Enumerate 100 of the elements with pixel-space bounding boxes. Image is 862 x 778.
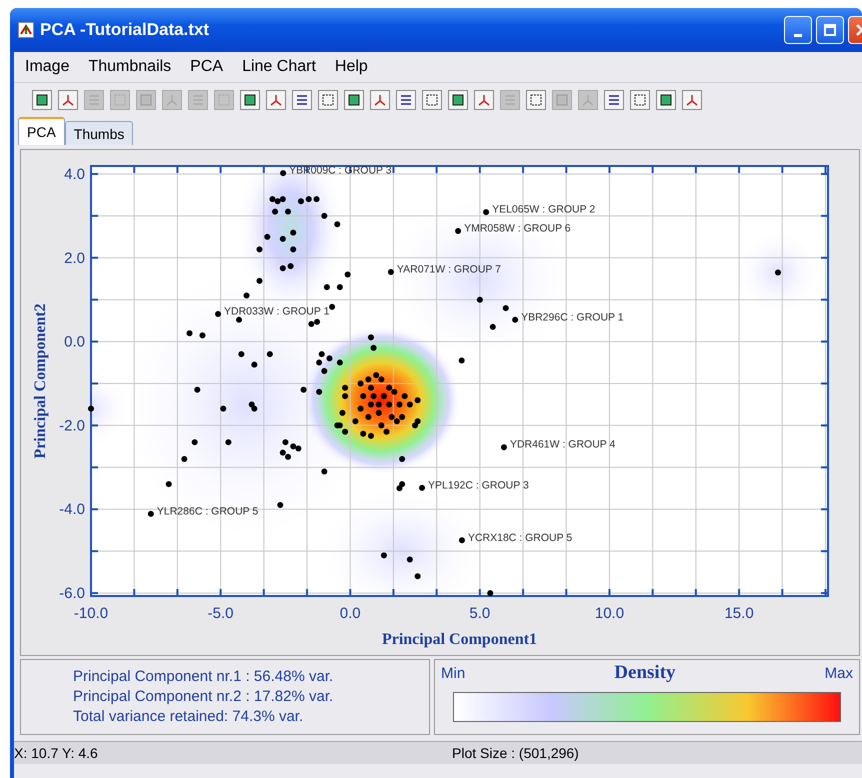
minimize-icon: [794, 34, 802, 36]
y-tick-label: -2.0: [59, 417, 85, 434]
data-point: [306, 196, 312, 202]
menu-item[interactable]: Line Chart: [242, 58, 316, 76]
data-point: [490, 324, 496, 330]
axes-icon: [61, 93, 75, 107]
data-point: [402, 393, 408, 400]
data-point: [329, 304, 336, 310]
data-point: [380, 552, 387, 558]
data-point: [336, 360, 343, 366]
axes-icon: [581, 93, 595, 107]
frame-icon: [529, 93, 543, 107]
data-point: [368, 334, 374, 340]
legend-title: Density: [614, 662, 676, 684]
data-point: [321, 368, 328, 374]
data-point: [181, 456, 188, 462]
data-point: [266, 351, 273, 358]
data-point: [298, 198, 304, 204]
toolbar-button[interactable]: [32, 90, 52, 110]
variance-text: Principal Component nr.1 : 56.48% var.: [73, 667, 334, 687]
data-point: [376, 410, 382, 416]
data-point: [282, 439, 288, 446]
axes-icon: [477, 93, 491, 107]
tab[interactable]: Thumbs: [64, 121, 134, 145]
data-point: [88, 406, 94, 412]
square-icon: [35, 93, 49, 107]
data-point: [236, 316, 242, 323]
data-point: [352, 418, 358, 424]
data-point: [406, 401, 413, 408]
data-point: [148, 510, 154, 517]
point-label: YPL192C : GROUP 3: [428, 479, 529, 492]
data-point: [388, 269, 394, 276]
toolbar-button[interactable]: [396, 90, 416, 110]
data-point: [512, 316, 518, 323]
point-label: YAR071W : GROUP 7: [396, 264, 501, 276]
point-label: YBR296C : GROUP 1: [521, 311, 624, 324]
data-point: [280, 236, 286, 242]
x-axis-title: Principal Component1: [382, 631, 538, 648]
toolbar-button[interactable]: [656, 90, 676, 110]
data-point: [487, 590, 494, 596]
data-point: [272, 208, 278, 215]
data-point: [316, 388, 322, 395]
axes-icon: [685, 93, 699, 107]
data-point: [321, 468, 328, 475]
data-point: [316, 360, 322, 366]
tab[interactable]: PCA: [18, 117, 65, 145]
point-label: YCRX18C : GROUP 5: [468, 532, 572, 544]
list-icon: [87, 93, 101, 107]
square-icon: [139, 93, 153, 107]
menu-item[interactable]: Thumbnails: [88, 58, 172, 76]
toolbar-button[interactable]: [422, 90, 442, 110]
data-point: [225, 439, 232, 446]
data-point: [244, 292, 250, 298]
y-tick-label: 2.0: [64, 250, 85, 267]
maximize-icon: [823, 23, 837, 37]
toolbar-button[interactable]: [344, 90, 364, 110]
data-point: [334, 221, 340, 228]
list-icon: [503, 93, 517, 107]
data-point: [386, 401, 392, 408]
toolbar-button[interactable]: [448, 90, 468, 110]
toolbar-button[interactable]: [292, 90, 312, 110]
maximize-button[interactable]: [816, 16, 844, 44]
data-point: [166, 481, 172, 488]
square-icon: [243, 93, 257, 107]
variance-text: Principal Component nr.2 : 17.82% var.: [73, 687, 334, 707]
data-point: [500, 444, 507, 450]
data-point: [358, 406, 364, 412]
square-icon: [347, 93, 361, 107]
list-icon: [295, 93, 309, 107]
point-label: YDR461W : GROUP 4: [510, 438, 616, 451]
data-point: [502, 305, 509, 312]
variance-text: Total variance retained: 74.3% var.: [73, 707, 304, 727]
data-point: [285, 208, 292, 215]
minimize-button[interactable]: [784, 16, 812, 44]
data-point: [376, 401, 382, 408]
y-tick-label: 0.0: [64, 334, 85, 351]
data-point: [220, 406, 226, 412]
point-label: YMR058W : GROUP 6: [464, 222, 571, 234]
data-point: [300, 386, 307, 393]
frame-icon: [217, 93, 231, 107]
toolbar-button[interactable]: [318, 90, 338, 110]
data-point: [215, 310, 222, 317]
data-point: [370, 344, 377, 351]
x-tick-label: 10.0: [594, 605, 624, 622]
menu-item[interactable]: PCA: [190, 58, 224, 76]
toolbar-button[interactable]: [526, 90, 546, 110]
data-point: [264, 234, 270, 240]
x-tick-label: -5.0: [208, 605, 234, 622]
toolbar-button[interactable]: [604, 90, 624, 110]
point-label: YDR033W : GROUP 1: [224, 305, 330, 318]
toolbar-button[interactable]: [630, 90, 650, 110]
plot-size-text: Plot Size : (501,296): [452, 745, 579, 761]
data-point: [368, 384, 374, 391]
data-point: [774, 269, 781, 276]
data-point: [414, 573, 421, 580]
menu-item[interactable]: Help: [334, 58, 368, 76]
square-icon: [451, 93, 465, 107]
list-icon: [191, 93, 205, 107]
toolbar-button[interactable]: [240, 90, 260, 110]
menu-item[interactable]: Image: [25, 58, 70, 76]
